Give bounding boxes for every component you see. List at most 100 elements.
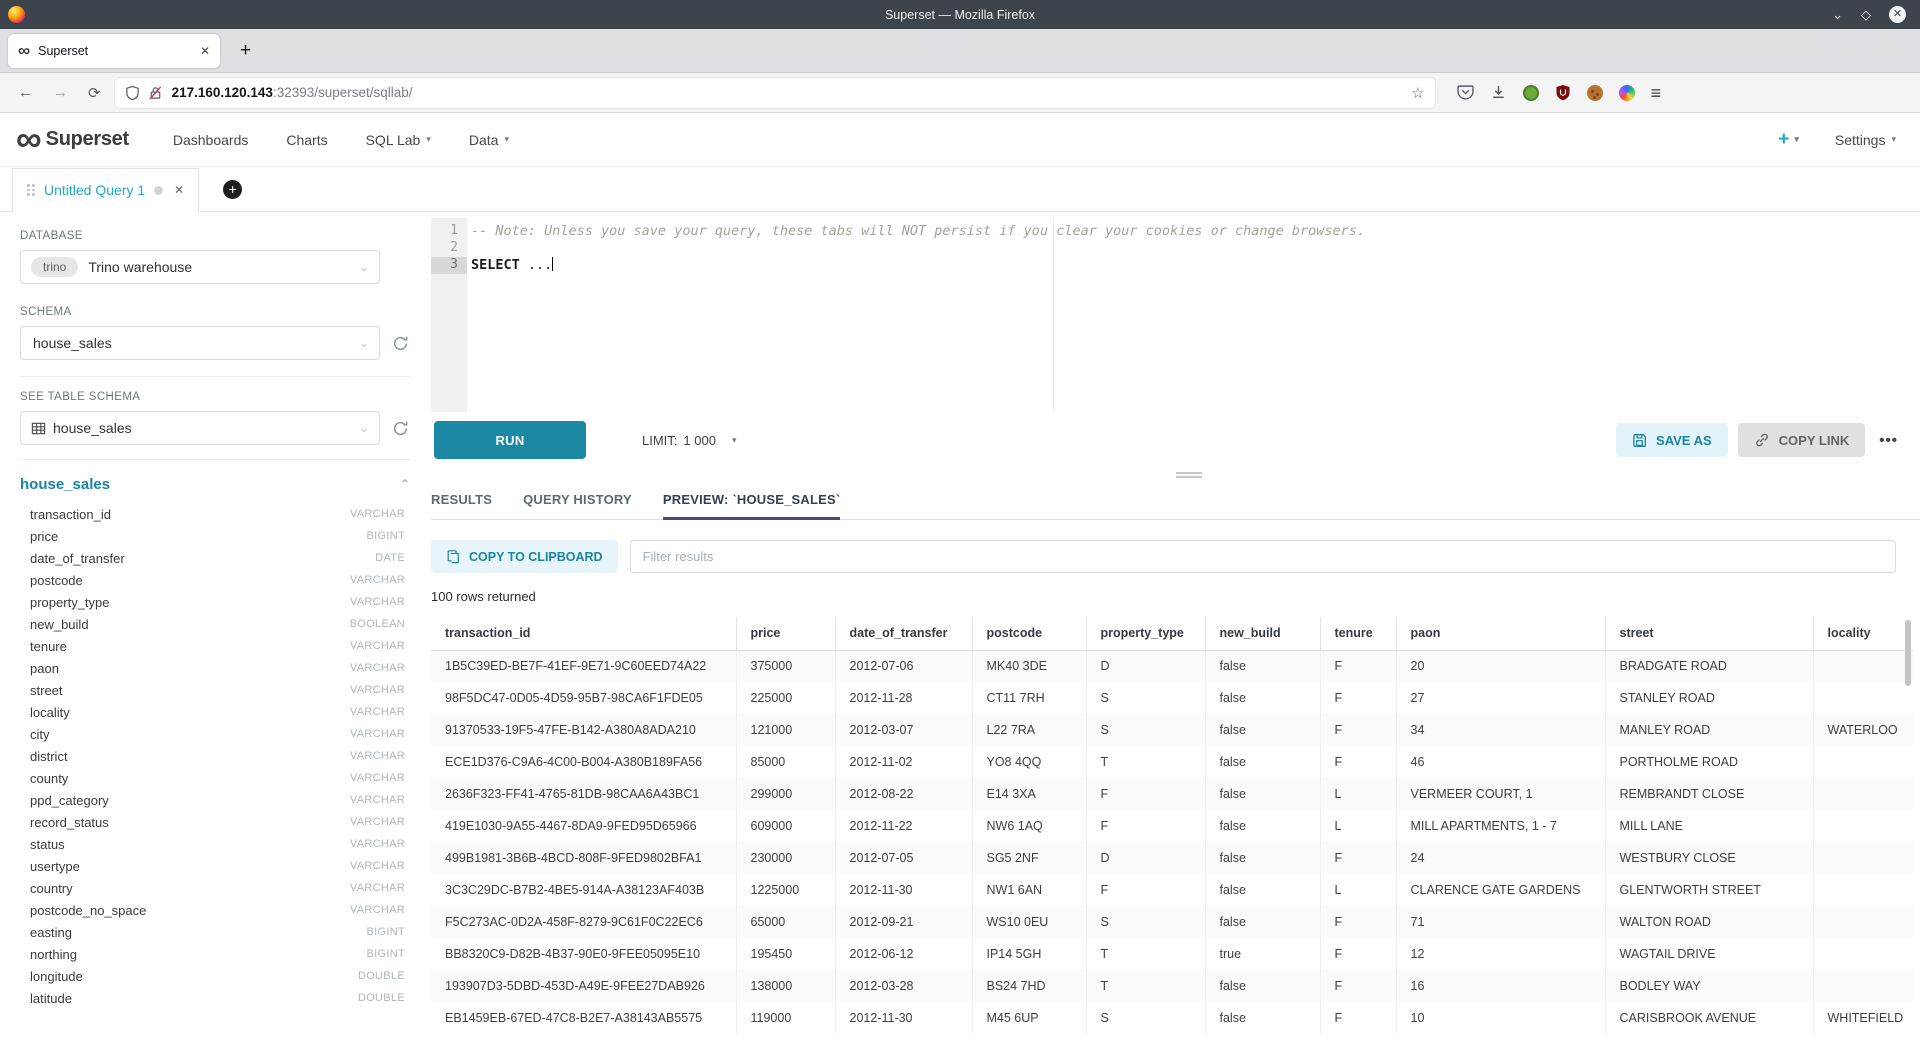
run-button[interactable]: RUN bbox=[434, 421, 586, 459]
table-cell: MANLEY ROAD bbox=[1605, 714, 1813, 746]
window-maximize-icon[interactable]: ◇ bbox=[1861, 8, 1871, 21]
browser-tab-close-icon[interactable]: ✕ bbox=[200, 44, 210, 58]
line-number: 1 bbox=[431, 223, 467, 240]
limit-dropdown[interactable]: LIMIT: 1 000 ▾ bbox=[642, 433, 736, 448]
column-type: VARCHAR bbox=[350, 838, 405, 850]
column-header-new_build[interactable]: new_build bbox=[1205, 617, 1320, 650]
add-query-tab-button[interactable]: + bbox=[223, 180, 242, 199]
column-header-paon[interactable]: paon bbox=[1396, 617, 1605, 650]
editor-code-area[interactable]: -- Note: Unless you save your query, the… bbox=[467, 218, 1920, 412]
results-scrollbar-thumb[interactable] bbox=[1905, 620, 1911, 686]
results-tab-query-history[interactable]: QUERY HISTORY bbox=[523, 482, 632, 520]
column-header-street[interactable]: street bbox=[1605, 617, 1813, 650]
window-minimize-icon[interactable]: ⌄ bbox=[1832, 8, 1843, 21]
copy-link-button[interactable]: COPY LINK bbox=[1738, 423, 1866, 457]
column-header-locality[interactable]: locality bbox=[1813, 617, 1913, 650]
column-name: country bbox=[30, 881, 73, 896]
database-select[interactable]: trino Trino warehouse ⌄ bbox=[20, 250, 380, 284]
table-cell: 2636F323-FF41-4765-81DB-98CAA6A43BC1 bbox=[431, 778, 736, 810]
table-cell: F bbox=[1320, 714, 1396, 746]
superset-favicon-icon: ∞ bbox=[18, 42, 30, 59]
column-header-price[interactable]: price bbox=[736, 617, 835, 650]
extension-colorful-icon[interactable] bbox=[1619, 85, 1635, 101]
column-type: DATE bbox=[375, 552, 405, 564]
privacy-badger-icon[interactable] bbox=[1523, 85, 1539, 101]
nav-item-sql-lab[interactable]: SQL Lab▾ bbox=[366, 132, 431, 148]
schema-column-row: usertypeVARCHAR bbox=[20, 855, 405, 877]
refresh-table-icon[interactable] bbox=[392, 420, 409, 437]
refresh-schema-icon[interactable] bbox=[392, 335, 409, 352]
table-title[interactable]: house_sales bbox=[20, 476, 110, 493]
table-cell: GLENTWORTH STREET bbox=[1605, 874, 1813, 906]
add-new-menu[interactable]: + ▾ bbox=[1778, 129, 1799, 151]
column-name: usertype bbox=[30, 859, 80, 874]
back-icon[interactable]: ← bbox=[18, 84, 33, 101]
table-cell: 119000 bbox=[736, 1002, 835, 1034]
schema-select[interactable]: house_sales ⌄ bbox=[20, 326, 380, 360]
schema-column-row: countyVARCHAR bbox=[20, 767, 405, 789]
window-close-icon[interactable]: ✕ bbox=[1889, 6, 1906, 23]
table-cell: BB8320C9-D82B-4B37-90E0-9FEE05095E10 bbox=[431, 938, 736, 970]
text-cursor bbox=[552, 257, 553, 271]
table-cell bbox=[1813, 810, 1913, 842]
superset-logo[interactable]: ∞ Superset bbox=[16, 125, 129, 154]
tracking-shield-icon[interactable] bbox=[125, 85, 140, 101]
column-header-date_of_transfer[interactable]: date_of_transfer bbox=[835, 617, 972, 650]
table-cell: true bbox=[1205, 938, 1320, 970]
cookie-extension-icon[interactable] bbox=[1587, 85, 1603, 101]
table-cell: YO8 4QQ bbox=[972, 746, 1086, 778]
schema-column-row: transaction_idVARCHAR bbox=[20, 503, 405, 525]
column-type: VARCHAR bbox=[350, 904, 405, 916]
bookmark-star-icon[interactable]: ☆ bbox=[1411, 84, 1424, 102]
column-header-transaction_id[interactable]: transaction_id bbox=[431, 617, 736, 650]
column-header-property_type[interactable]: property_type bbox=[1086, 617, 1205, 650]
forward-icon[interactable]: → bbox=[53, 84, 68, 101]
column-header-tenure[interactable]: tenure bbox=[1320, 617, 1396, 650]
table-cell: 138000 bbox=[736, 970, 835, 1002]
results-tab-results[interactable]: RESULTS bbox=[431, 482, 492, 520]
ublock-origin-icon[interactable] bbox=[1555, 84, 1571, 101]
query-tab-untitled-1[interactable]: Untitled Query 1 ✕ bbox=[12, 168, 199, 212]
table-cell: false bbox=[1205, 778, 1320, 810]
insecure-lock-icon[interactable] bbox=[148, 85, 163, 101]
collapse-chevron-icon[interactable]: ⌃ bbox=[400, 477, 410, 491]
table-cell: 65000 bbox=[736, 906, 835, 938]
column-header-postcode[interactable]: postcode bbox=[972, 617, 1086, 650]
table-row: 3C3C29DC-B7B2-4BE5-914A-A38123AF403B1225… bbox=[431, 874, 1913, 906]
save-as-button[interactable]: SAVE AS bbox=[1616, 423, 1728, 457]
query-tab-close-icon[interactable]: ✕ bbox=[174, 183, 184, 197]
results-tab-preview[interactable]: PREVIEW: `HOUSE_SALES` bbox=[663, 482, 841, 520]
column-name: ppd_category bbox=[30, 793, 109, 808]
filter-results-input[interactable] bbox=[630, 540, 1896, 573]
url-field[interactable]: 217.160.120.143:32393/superset/sqllab/ ☆ bbox=[115, 78, 1435, 108]
column-name: transaction_id bbox=[30, 507, 111, 522]
sql-editor[interactable]: 1 2 3 -- Note: Unless you save your quer… bbox=[431, 218, 1920, 412]
drag-handle-icon[interactable] bbox=[27, 184, 35, 196]
table-cell: VERMEER COURT, 1 bbox=[1396, 778, 1605, 810]
nav-item-label: Data bbox=[469, 132, 499, 148]
table-cell: 193907D3-5DBD-453D-A49E-9FEE27DAB926 bbox=[431, 970, 736, 1002]
copy-to-clipboard-button[interactable]: COPY TO CLIPBOARD bbox=[431, 540, 618, 573]
pocket-icon[interactable] bbox=[1457, 84, 1474, 101]
table-cell: false bbox=[1205, 746, 1320, 778]
column-type: VARCHAR bbox=[350, 662, 405, 674]
more-options-button[interactable]: ••• bbox=[1879, 432, 1898, 449]
resize-grip-icon[interactable] bbox=[1176, 472, 1202, 480]
settings-menu[interactable]: Settings ▾ bbox=[1835, 132, 1896, 148]
table-cell: L22 7RA bbox=[972, 714, 1086, 746]
table-schema-select[interactable]: house_sales ⌄ bbox=[20, 411, 380, 445]
copy-link-label: COPY LINK bbox=[1779, 433, 1850, 448]
download-icon[interactable] bbox=[1490, 84, 1507, 101]
table-cell: WATERLOO bbox=[1813, 714, 1913, 746]
reload-icon[interactable]: ⟳ bbox=[88, 84, 101, 102]
table-cell: 230000 bbox=[736, 842, 835, 874]
menu-hamburger-icon[interactable]: ≡ bbox=[1651, 84, 1662, 102]
table-cell: STANLEY ROAD bbox=[1605, 682, 1813, 714]
nav-item-dashboards[interactable]: Dashboards bbox=[173, 132, 249, 148]
table-cell: F bbox=[1320, 682, 1396, 714]
new-browser-tab-button[interactable]: + bbox=[232, 40, 259, 62]
browser-tab-superset[interactable]: ∞ Superset ✕ bbox=[8, 34, 220, 68]
nav-item-charts[interactable]: Charts bbox=[286, 132, 327, 148]
table-cell bbox=[1813, 938, 1913, 970]
nav-item-data[interactable]: Data▾ bbox=[469, 132, 509, 148]
